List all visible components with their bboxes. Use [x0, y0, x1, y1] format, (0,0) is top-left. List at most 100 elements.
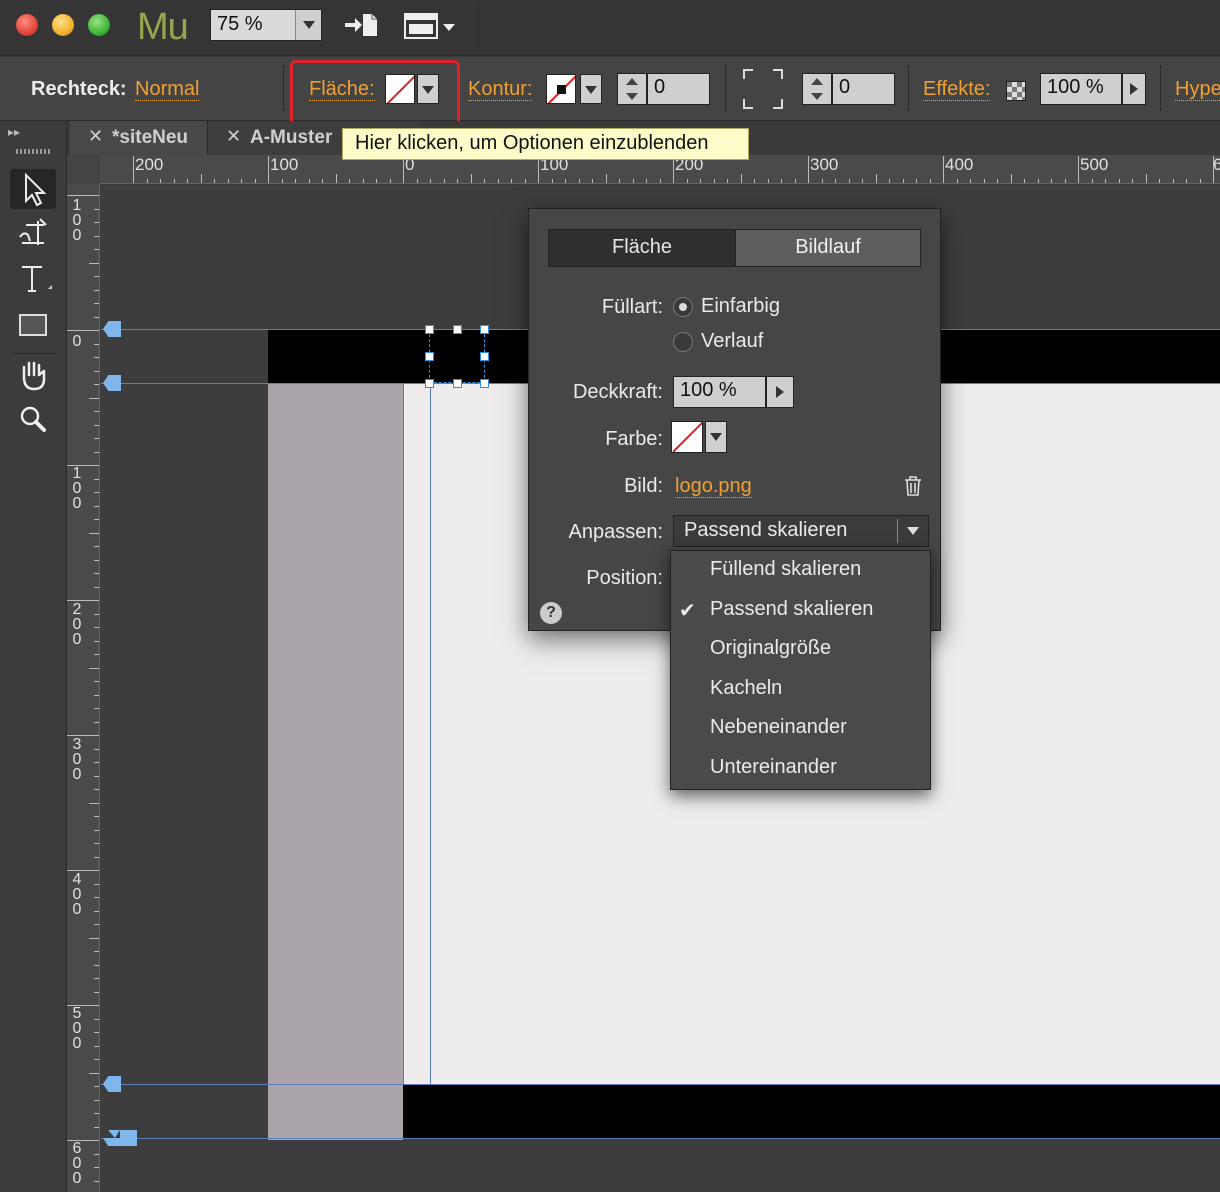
ruler-tick: [781, 179, 782, 183]
image-file-link[interactable]: logo.png: [675, 475, 752, 498]
panel-opacity-input[interactable]: 100 %: [673, 376, 766, 408]
object-state-link[interactable]: Normal: [135, 78, 200, 101]
radio-solid-label[interactable]: Einfarbig: [701, 295, 780, 318]
crop-tool[interactable]: [10, 213, 56, 253]
control-bar: Rechteck: Normal Fläche: Kontur: 0 0 Eff…: [0, 57, 1220, 121]
opacity-slider-button[interactable]: [1122, 73, 1146, 105]
check-icon: ✔: [679, 600, 696, 622]
resize-handle[interactable]: [453, 379, 462, 388]
close-icon[interactable]: ✕: [226, 126, 241, 147]
header-marker[interactable]: [103, 375, 121, 391]
header-marker[interactable]: [103, 321, 121, 337]
guide-column[interactable]: [403, 383, 404, 1085]
resize-handle[interactable]: [425, 352, 434, 361]
page-bottom-marker[interactable]: [103, 1130, 137, 1146]
ruler-tick: [67, 330, 99, 331]
ruler-tick: [94, 991, 99, 993]
panel-opacity-slider-button[interactable]: [766, 376, 794, 408]
zoom-tool[interactable]: [10, 399, 56, 439]
selection-tool[interactable]: [10, 169, 56, 209]
vertical-ruler[interactable]: 100 0 100 200 300 400 500 600: [67, 184, 100, 1192]
menu-item-fit-scale[interactable]: ✔ Passend skalieren: [671, 591, 930, 631]
corner-radius-input[interactable]: 0: [832, 73, 895, 105]
panel-grip[interactable]: [16, 149, 50, 154]
guide-column[interactable]: [430, 383, 431, 1085]
corner-radius-stepper[interactable]: [802, 73, 832, 105]
trash-icon[interactable]: [902, 474, 924, 498]
ruler-tick: [484, 179, 485, 183]
rectangle-tool[interactable]: [10, 305, 56, 345]
ruler-tick: [1132, 179, 1133, 183]
close-window-button[interactable]: [16, 14, 38, 36]
divider: [12, 353, 56, 354]
page-margin-area: [268, 330, 403, 1140]
collapse-panel-icon[interactable]: ▸▸: [8, 125, 20, 139]
resize-handle[interactable]: [425, 325, 434, 334]
export-page-icon[interactable]: [343, 10, 381, 40]
footer-bar[interactable]: [403, 1085, 1220, 1139]
stroke-link[interactable]: Kontur:: [468, 78, 533, 101]
ruler-tick: [67, 600, 99, 601]
guide-page-bottom[interactable]: [101, 1138, 1220, 1139]
ruler-tick: [443, 179, 445, 183]
menu-item-tile-horizontal[interactable]: Nebeneinander: [671, 709, 930, 749]
ruler-tick: [335, 174, 337, 183]
guide-footer-top[interactable]: [101, 1084, 1220, 1085]
opacity-input[interactable]: 100 %: [1040, 73, 1122, 105]
panel-color-swatch[interactable]: [671, 421, 703, 453]
menu-item-original-size[interactable]: Originalgröße: [671, 630, 930, 670]
zoom-window-button[interactable]: [88, 14, 110, 36]
menu-item-tile-vertical[interactable]: Untereinander: [671, 749, 930, 789]
resize-handle[interactable]: [480, 325, 489, 334]
resize-handle[interactable]: [480, 352, 489, 361]
ruler-tick: [470, 174, 472, 183]
zoom-select[interactable]: 75 %: [210, 9, 322, 41]
ruler-tick: [767, 179, 769, 183]
stroke-width-input[interactable]: 0: [647, 73, 710, 105]
effects-link[interactable]: Effekte:: [923, 78, 991, 101]
ruler-tick: [187, 179, 188, 183]
ruler-label: 100: [72, 465, 82, 512]
chevron-down-icon[interactable]: [295, 10, 321, 40]
chevron-right-icon: [1130, 83, 1138, 95]
ruler-tick: [94, 978, 99, 979]
ruler-origin[interactable]: [67, 155, 100, 184]
ruler-tick: [67, 1140, 99, 1141]
ruler-label: 300: [72, 736, 82, 783]
resize-handle[interactable]: [453, 325, 462, 334]
footer-marker[interactable]: [103, 1076, 121, 1092]
fit-select[interactable]: Passend skalieren: [673, 515, 929, 547]
text-tool[interactable]: [10, 259, 56, 299]
ruler-tick: [875, 174, 877, 183]
tools-panel: ▸▸: [0, 121, 67, 1192]
tab-siteneu[interactable]: ✕ *siteNeu: [70, 121, 208, 155]
menu-item-fill-scale[interactable]: Füllend skalieren: [671, 551, 930, 591]
minimize-window-button[interactable]: [52, 14, 74, 36]
tab-fill[interactable]: Fläche: [549, 230, 735, 266]
ruler-tick: [94, 478, 99, 480]
menu-item-tile[interactable]: Kacheln: [671, 670, 930, 710]
panel-color-dropdown[interactable]: [705, 421, 727, 453]
radio-gradient[interactable]: [673, 332, 693, 352]
close-icon[interactable]: ✕: [88, 126, 103, 147]
resize-handle[interactable]: [425, 379, 434, 388]
fit-label: Anpassen:: [568, 521, 663, 543]
hand-tool[interactable]: [10, 355, 56, 395]
hyperlinks-link[interactable]: Hype: [1175, 78, 1220, 101]
help-icon[interactable]: ?: [540, 602, 562, 624]
radio-gradient-label[interactable]: Verlauf: [701, 330, 763, 353]
ruler-tick: [94, 559, 99, 561]
preview-menu-icon[interactable]: [403, 10, 459, 40]
ruler-tick: [929, 179, 931, 183]
divider: [1160, 65, 1161, 111]
resize-handle[interactable]: [480, 379, 489, 388]
ruler-tick: [1051, 179, 1052, 183]
stroke-width-stepper[interactable]: [617, 73, 647, 105]
ruler-tick: [794, 179, 796, 183]
stroke-dropdown-button[interactable]: [580, 74, 602, 104]
radio-solid[interactable]: [673, 297, 693, 317]
ruler-tick: [89, 937, 99, 939]
tab-scroll[interactable]: Bildlauf: [735, 230, 920, 266]
selected-rectangle[interactable]: [429, 329, 485, 383]
stroke-color-swatch[interactable]: [546, 74, 576, 104]
